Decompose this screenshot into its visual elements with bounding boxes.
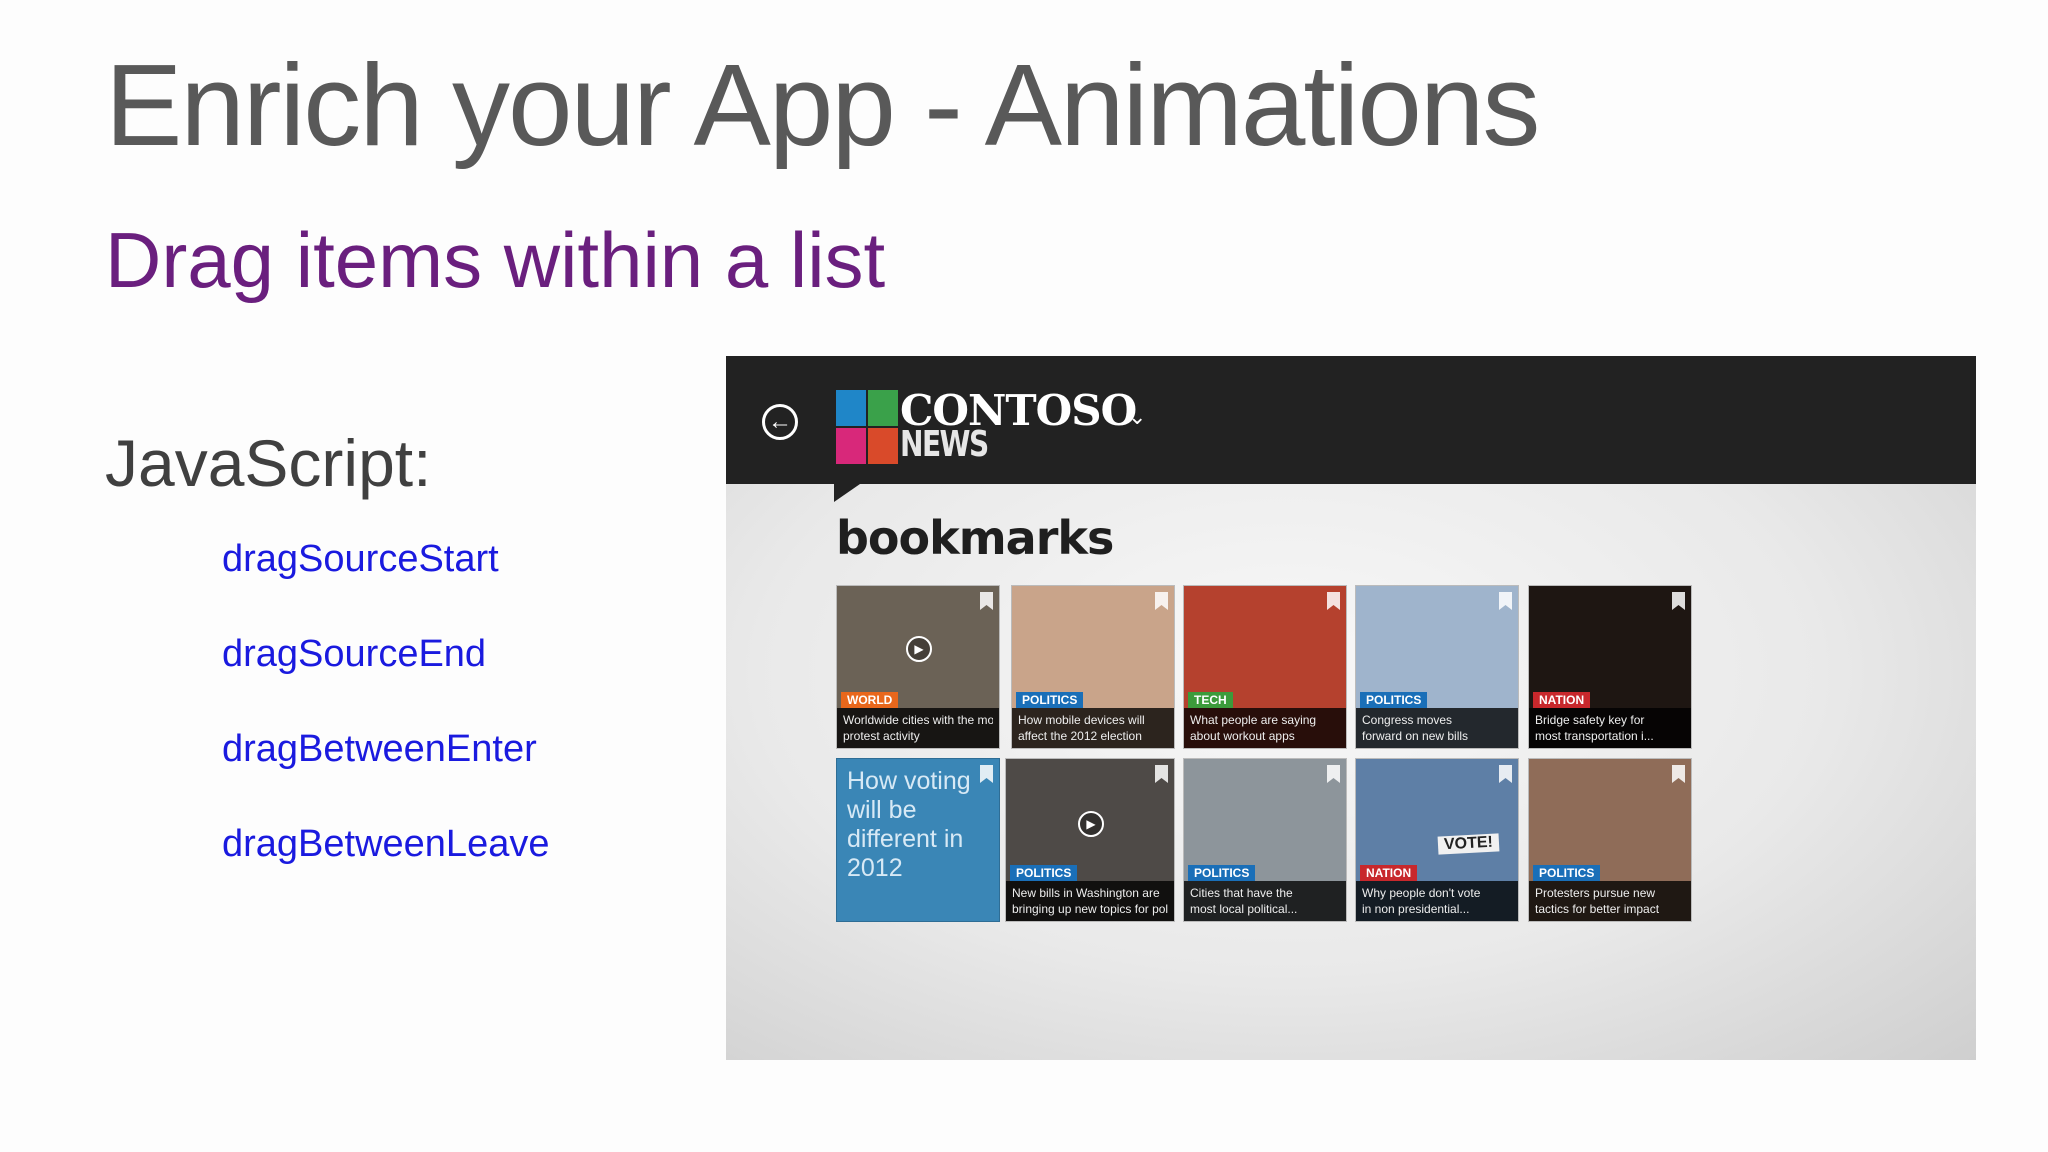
bookmark-tile[interactable]: Politics Cities that have the most local p…	[1183, 758, 1347, 922]
bookmark-tile[interactable]: Politics Congress moves forward on new bil…	[1355, 585, 1519, 749]
slide-subtitle: Drag items within a list	[105, 216, 886, 304]
play-icon[interactable]: ▶	[906, 636, 932, 662]
tile-caption-line: Why people don't vote	[1362, 886, 1481, 900]
bookmark-icon[interactable]	[1327, 765, 1340, 783]
slide-title: Enrich your App - Animations	[105, 40, 1540, 170]
bookmark-icon[interactable]	[1499, 592, 1512, 610]
tile-caption-line: protest activity	[843, 729, 920, 743]
tile-caption: Why people don't vote in non presidential…	[1356, 881, 1518, 921]
play-icon[interactable]: ▶	[1078, 811, 1104, 837]
bookmark-tile[interactable]: Politics Protesters pursue new tactics for…	[1528, 758, 1692, 922]
logo-mark-icon	[836, 390, 898, 464]
tile-caption-line: bringing up new topics for poli...	[1012, 902, 1168, 916]
tile-caption-line: most local political...	[1190, 902, 1298, 916]
event-item-drag-source-start: dragSourceStart	[222, 538, 499, 580]
tile-caption-line: in non presidential...	[1362, 902, 1470, 916]
category-badge: Politics	[1360, 692, 1428, 708]
bookmark-icon[interactable]	[980, 765, 993, 783]
tile-caption: What people are saying about workout apps	[1184, 708, 1346, 748]
bookmark-icon[interactable]	[1155, 592, 1168, 610]
back-button[interactable]: ←	[762, 404, 798, 440]
bookmark-tile[interactable]: Tech What people are saying about workout …	[1183, 585, 1347, 749]
section-label: JavaScript:	[105, 426, 432, 500]
tile-caption-line: affect the 2012 election	[1018, 729, 1142, 743]
event-item-drag-between-leave: dragBetweenLeave	[222, 823, 550, 865]
tile-caption-line: about workout apps	[1190, 729, 1295, 743]
event-list: dragSourceStart dragSourceEnd dragBetwee…	[222, 538, 549, 918]
bookmark-tile[interactable]: ▶ Politics New bills in Washington are brin…	[1005, 758, 1175, 922]
bookmark-icon[interactable]	[1327, 592, 1340, 610]
chevron-down-icon[interactable]: ⌄	[1128, 404, 1146, 430]
page-title: bookmarks	[836, 511, 1114, 565]
bookmark-tile[interactable]: Politics How mobile devices will affect th…	[1011, 585, 1175, 749]
tile-caption-line: How mobile devices will	[1018, 713, 1145, 727]
tile-caption: How mobile devices will affect the 2012 e…	[1012, 708, 1174, 748]
event-item-drag-source-end: dragSourceEnd	[222, 633, 487, 675]
category-badge: Nation	[1360, 865, 1418, 881]
category-badge: Politics	[1188, 865, 1256, 881]
header-pointer	[834, 484, 860, 502]
tile-caption: Cities that have the most local political…	[1184, 881, 1346, 921]
tile-caption: Congress moves forward on new bills	[1356, 708, 1518, 748]
event-item-drag-between-enter: dragBetweenEnter	[222, 728, 537, 770]
tile-caption: Worldwide cities with the most protest ac…	[837, 708, 999, 748]
bookmark-tile[interactable]: VOTE! Nation Why people don't vote in non p…	[1355, 758, 1519, 922]
bookmark-icon[interactable]	[1155, 765, 1168, 783]
bookmark-tile[interactable]: How voting will be different in 2012	[836, 758, 1000, 922]
app-header: ← CONTOSO NEWS ⌄	[726, 356, 1976, 484]
bookmark-icon[interactable]	[1499, 765, 1512, 783]
bookmark-tile[interactable]: Nation Bridge safety key for most transpor…	[1528, 585, 1692, 749]
brand-subtitle[interactable]: NEWS	[900, 424, 989, 465]
tile-caption: Bridge safety key for most transportation…	[1529, 708, 1691, 748]
tile-caption: Protesters pursue new tactics for better …	[1529, 881, 1691, 921]
arrow-left-circle-icon: ←	[768, 408, 792, 435]
tile-caption-line: most transportation i...	[1535, 729, 1654, 743]
tile-caption-line: forward on new bills	[1362, 729, 1469, 743]
tile-caption-line: Bridge safety key for	[1535, 713, 1645, 727]
category-badge: Politics	[1010, 865, 1078, 881]
category-badge: Politics	[1016, 692, 1084, 708]
category-badge: World	[841, 692, 899, 708]
tile-caption: New bills in Washington are bringing up n…	[1006, 881, 1174, 921]
bookmark-icon[interactable]	[1672, 592, 1685, 610]
tile-caption-line: Protesters pursue new	[1535, 886, 1656, 900]
tile-caption-line: What people are saying	[1190, 713, 1317, 727]
bookmark-icon[interactable]	[1672, 765, 1685, 783]
category-badge: Tech	[1188, 692, 1233, 708]
tile-headline: How voting will be different in 2012	[847, 767, 971, 882]
tile-caption-line: Cities that have the	[1190, 886, 1293, 900]
bookmark-icon[interactable]	[980, 592, 993, 610]
category-badge: Politics	[1533, 865, 1601, 881]
category-badge: Nation	[1533, 692, 1591, 708]
bookmark-tile[interactable]: ▶ World Worldwide cities with the most prot…	[836, 585, 1000, 749]
tile-caption-line: New bills in Washington are	[1012, 886, 1160, 900]
tile-caption-line: Congress moves	[1362, 713, 1453, 727]
tile-caption-line: tactics for better impact	[1535, 902, 1660, 916]
tile-caption-line: Worldwide cities with the most	[843, 713, 993, 727]
vote-sign: VOTE!	[1437, 833, 1500, 855]
app-screenshot: ← CONTOSO NEWS ⌄ bookmarks ▶ World Worldwi…	[726, 356, 1976, 1060]
